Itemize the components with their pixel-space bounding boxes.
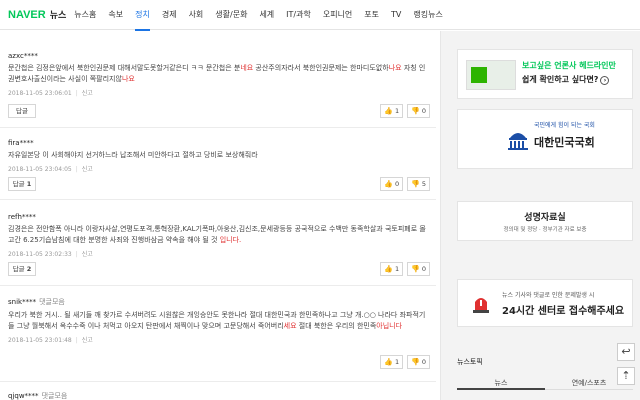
comment-time: 2018-11-05 23:01:48 (8, 337, 72, 344)
ad-banner-statements[interactable]: 성명자료실 정의대 및 정당 · 정부기관 자료 보충 (457, 201, 633, 241)
comment-text: 자유일본당 이 사회해야지 선거하느라 납조해서 미안하다고 절하고 당비로 보… (8, 151, 258, 159)
sidebar: 보고싶은 언론사 헤드라인만 쉽게 확인하고 싶다면? › 국민에게 힘이 되는 … (441, 31, 640, 400)
thumb-up-icon: 👍 (384, 180, 393, 188)
comment-time: 2018-11-05 23:02:33 (8, 251, 72, 258)
dislike-button[interactable]: 👎 5 (407, 177, 430, 191)
vote-buttons: 👍 1 👎 0 (380, 355, 430, 369)
news-topic-heading: 뉴스토픽 (457, 358, 483, 366)
thumb-down-icon: 👎 (411, 107, 420, 115)
reply-button[interactable]: 답글 2 (8, 262, 36, 276)
report-link[interactable]: 신고 (82, 90, 93, 97)
ad-banner-assembly[interactable]: 국민에게 힘이 되는 국회 대한민국국회 (457, 109, 633, 169)
comment-meta: 2018-11-05 23:04:05 | 신고 (8, 166, 93, 173)
comment-user[interactable]: refh**** (8, 213, 432, 221)
ad-headline-line2: 쉽게 확인하고 싶다면? › (522, 74, 610, 85)
thumb-up-icon: 👍 (384, 107, 393, 115)
comment-user[interactable]: snik**** 댓글모음 (8, 297, 432, 307)
nav-item-tv[interactable]: TV (391, 0, 401, 30)
comment-divider (0, 127, 436, 128)
nav-item-ranking[interactable]: 랭킹뉴스 (413, 0, 442, 30)
ad-headline-line1: 보고싶은 언론사 헤드라인만 (522, 61, 616, 70)
naver-logo[interactable]: NAVER (8, 9, 46, 21)
comment-meta: 2018-11-05 23:01:48 | 신고 (8, 337, 93, 344)
comment-meta: 2018-11-05 23:06:01 | 신고 (8, 90, 93, 97)
comment-text: 문간첩은 김정은앞에서 북한인권문제 대해서말도못할거같은디 ㅋㅋ 문간첩은 분… (8, 64, 426, 83)
nav-item-home[interactable]: 뉴스홈 (74, 0, 96, 30)
comment-user[interactable]: fira**** (8, 139, 432, 147)
dislike-button[interactable]: 👎 0 (407, 104, 430, 118)
comment-list: azxc**** 문간첩은 김정은앞에서 북한인권문제 대해서말도못할거같은디 … (0, 31, 436, 400)
vote-buttons: 👍 1 👎 0 (380, 262, 430, 276)
comment-time: 2018-11-05 23:04:05 (8, 166, 72, 173)
like-button[interactable]: 👍 1 (380, 262, 404, 276)
vote-buttons: 👍 1 👎 0 (380, 104, 430, 118)
nav-item-politics[interactable]: 정치 (135, 0, 150, 31)
comment-item: refh**** 김경은은 전안함폭 아니라 이랑자사살,연평도포격,통혁장환,… (8, 213, 432, 258)
comment-user[interactable]: azxc**** (8, 52, 432, 60)
comment-divider (0, 285, 436, 286)
reply-button[interactable]: 답글 1 (8, 177, 36, 191)
nav-item-world[interactable]: 세계 (259, 0, 274, 30)
report-link[interactable]: 신고 (82, 166, 93, 173)
report-center-title: 24시간 센터로 접수해주세요 (502, 306, 625, 317)
vote-buttons: 👍 0 👎 5 (380, 177, 430, 191)
reply-button[interactable]: 답글 (8, 104, 36, 118)
nav-item-life-culture[interactable]: 생활/문화 (215, 0, 247, 30)
news-section-title[interactable]: 뉴스 (50, 8, 67, 21)
nav-item-economy[interactable]: 경제 (162, 0, 177, 30)
comment-divider (0, 199, 436, 200)
nav-item-opinion[interactable]: 오피니언 (323, 0, 352, 30)
tab-underline (457, 388, 633, 390)
comment-meta: 2018-11-05 23:02:33 | 신고 (8, 251, 93, 258)
phone-thumbnail-icon (466, 60, 516, 90)
comment-item: snik**** 댓글모음 우리가 북한 거시.. 될 새기들 깨 찾가르 수셔버… (8, 297, 432, 344)
comment-text: 우리가 북한 거시.. 될 새기들 깨 찾가르 수셔버려도 시원찮은 개잉승안도… (8, 311, 426, 330)
back-button[interactable]: ↩ (617, 343, 635, 361)
like-button[interactable]: 👍 0 (380, 177, 404, 191)
comment-divider (0, 381, 436, 382)
thumb-down-icon: 👎 (411, 358, 420, 366)
thumb-down-icon: 👎 (411, 265, 420, 273)
comment-time: 2018-11-05 23:06:01 (8, 90, 72, 97)
assembly-title: 대한민국국회 (534, 136, 595, 149)
thumb-up-icon: 👍 (384, 265, 393, 273)
report-center-note: 뉴스 기사와 댓글로 인한 문제발생 시 (502, 292, 595, 299)
thumb-down-icon: 👎 (411, 180, 420, 188)
nav-item-society[interactable]: 사회 (189, 0, 204, 30)
ad-banner-headline[interactable]: 보고싶은 언론사 헤드라인만 쉽게 확인하고 싶다면? › (457, 49, 633, 99)
dislike-button[interactable]: 👎 0 (407, 262, 430, 276)
comment-item: qjqw**** 댓글모음 (8, 391, 432, 400)
report-link[interactable]: 신고 (82, 337, 93, 344)
statements-subtitle: 정의대 및 정당 · 정부기관 자료 보충 (503, 227, 587, 233)
top-nav: NAVER 뉴스 뉴스홈 속보 정치 경제 사회 생활/문화 세계 IT/과학 … (0, 0, 640, 31)
nav-item-breaking[interactable]: 속보 (108, 0, 123, 30)
dislike-button[interactable]: 👎 0 (407, 355, 430, 369)
siren-icon (473, 298, 489, 313)
scroll-top-button[interactable]: ⇡ (617, 367, 635, 385)
nav-item-it-science[interactable]: IT/과학 (286, 0, 311, 30)
comment-item: azxc**** 문간첩은 김정은앞에서 북한인권문제 대해서말도못할거같은디 … (8, 52, 432, 97)
thumb-up-icon: 👍 (384, 358, 393, 366)
comment-user[interactable]: qjqw**** 댓글모음 (8, 391, 432, 400)
assembly-dome-icon (508, 133, 528, 150)
nav-item-photo[interactable]: 포토 (364, 0, 379, 30)
report-link[interactable]: 신고 (82, 251, 93, 258)
comment-text: 김경은은 전안함폭 아니라 이랑자사살,연평도포격,통혁장환,KAL기폭파,아웅… (8, 225, 426, 244)
arrow-circle-icon: › (600, 76, 610, 85)
statements-title: 성명자료실 (524, 213, 566, 223)
comment-item: fira**** 자유일본당 이 사회해야지 선거하느라 납조해서 미안하다고 … (8, 139, 432, 173)
like-button[interactable]: 👍 1 (380, 104, 404, 118)
like-button[interactable]: 👍 1 (380, 355, 404, 369)
assembly-tagline: 국민에게 힘이 되는 국회 (534, 122, 595, 129)
ad-banner-report-center[interactable]: 뉴스 기사와 댓글로 인한 문제발생 시 24시간 센터로 접수해주세요 (457, 279, 633, 327)
